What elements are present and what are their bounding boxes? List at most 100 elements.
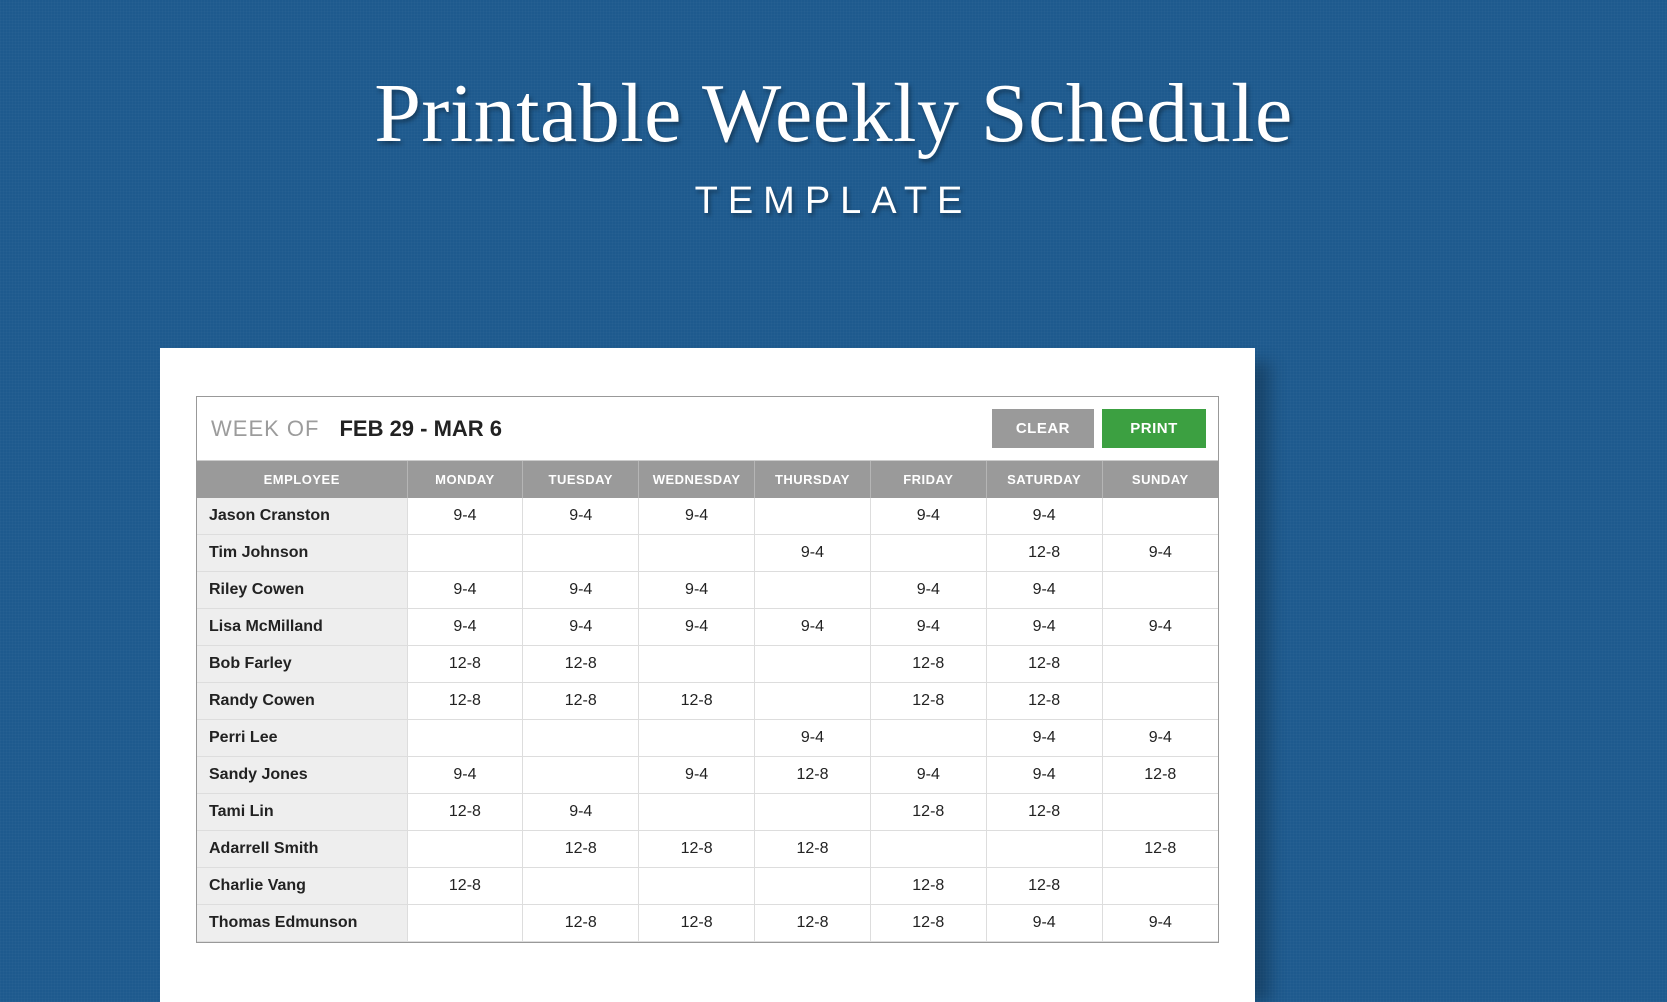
- shift-cell[interactable]: 12-8: [870, 905, 986, 942]
- shift-cell[interactable]: 9-4: [870, 757, 986, 794]
- shift-cell[interactable]: 12-8: [986, 868, 1102, 905]
- shift-cell[interactable]: 9-4: [639, 572, 755, 609]
- shift-cell[interactable]: [523, 757, 639, 794]
- shift-cell[interactable]: 12-8: [755, 831, 871, 868]
- shift-cell[interactable]: [1102, 572, 1218, 609]
- shift-cell[interactable]: 9-4: [986, 498, 1102, 535]
- table-row: Riley Cowen9-49-49-49-49-4: [197, 572, 1218, 609]
- table-row: Sandy Jones9-49-412-89-49-412-8: [197, 757, 1218, 794]
- shift-cell[interactable]: 12-8: [407, 683, 523, 720]
- shift-cell[interactable]: 12-8: [870, 794, 986, 831]
- shift-cell[interactable]: 9-4: [639, 609, 755, 646]
- shift-cell[interactable]: 12-8: [523, 683, 639, 720]
- shift-cell[interactable]: [755, 868, 871, 905]
- shift-cell[interactable]: [1102, 646, 1218, 683]
- shift-cell[interactable]: 12-8: [986, 794, 1102, 831]
- shift-cell[interactable]: [639, 646, 755, 683]
- shift-cell[interactable]: [755, 794, 871, 831]
- shift-cell[interactable]: 9-4: [407, 498, 523, 535]
- shift-cell[interactable]: [986, 831, 1102, 868]
- shift-cell[interactable]: 12-8: [870, 646, 986, 683]
- table-row: Charlie Vang12-812-812-8: [197, 868, 1218, 905]
- table-row: Tami Lin12-89-412-812-8: [197, 794, 1218, 831]
- shift-cell[interactable]: 9-4: [407, 757, 523, 794]
- shift-cell[interactable]: 9-4: [523, 794, 639, 831]
- shift-cell[interactable]: 9-4: [986, 905, 1102, 942]
- shift-cell[interactable]: 12-8: [639, 905, 755, 942]
- shift-cell[interactable]: 9-4: [523, 609, 639, 646]
- shift-cell[interactable]: 12-8: [407, 868, 523, 905]
- shift-cell[interactable]: 12-8: [870, 868, 986, 905]
- shift-cell[interactable]: [755, 683, 871, 720]
- shift-cell[interactable]: [870, 535, 986, 572]
- shift-cell[interactable]: [407, 720, 523, 757]
- shift-cell[interactable]: [407, 905, 523, 942]
- shift-cell[interactable]: 9-4: [870, 609, 986, 646]
- shift-cell[interactable]: [870, 831, 986, 868]
- employee-name-cell: Thomas Edmunson: [197, 905, 407, 942]
- shift-cell[interactable]: [639, 535, 755, 572]
- col-friday: FRIDAY: [870, 461, 986, 498]
- shift-cell[interactable]: 9-4: [755, 609, 871, 646]
- shift-cell[interactable]: [523, 868, 639, 905]
- shift-cell[interactable]: [755, 646, 871, 683]
- shift-cell[interactable]: 9-4: [1102, 609, 1218, 646]
- table-row: Tim Johnson9-412-89-4: [197, 535, 1218, 572]
- shift-cell[interactable]: 9-4: [523, 498, 639, 535]
- shift-cell[interactable]: 12-8: [870, 683, 986, 720]
- shift-cell[interactable]: 12-8: [755, 757, 871, 794]
- shift-cell[interactable]: [755, 498, 871, 535]
- week-of-label: WEEK OF: [211, 416, 319, 442]
- shift-cell[interactable]: [1102, 868, 1218, 905]
- shift-cell[interactable]: [639, 868, 755, 905]
- shift-cell[interactable]: 12-8: [1102, 757, 1218, 794]
- print-button[interactable]: PRINT: [1102, 409, 1206, 448]
- shift-cell[interactable]: 9-4: [1102, 535, 1218, 572]
- shift-cell[interactable]: [523, 535, 639, 572]
- shift-cell[interactable]: 12-8: [755, 905, 871, 942]
- shift-cell[interactable]: 9-4: [870, 498, 986, 535]
- shift-cell[interactable]: 9-4: [986, 572, 1102, 609]
- employee-name-cell: Sandy Jones: [197, 757, 407, 794]
- shift-cell[interactable]: 9-4: [755, 720, 871, 757]
- shift-cell[interactable]: 12-8: [523, 831, 639, 868]
- shift-cell[interactable]: 9-4: [523, 572, 639, 609]
- shift-cell[interactable]: [639, 720, 755, 757]
- col-monday: MONDAY: [407, 461, 523, 498]
- shift-cell[interactable]: 12-8: [523, 646, 639, 683]
- shift-cell[interactable]: 12-8: [407, 794, 523, 831]
- shift-cell[interactable]: [870, 720, 986, 757]
- clear-button[interactable]: CLEAR: [992, 409, 1094, 448]
- shift-cell[interactable]: 9-4: [870, 572, 986, 609]
- shift-cell[interactable]: 12-8: [986, 535, 1102, 572]
- employee-name-cell: Riley Cowen: [197, 572, 407, 609]
- shift-cell[interactable]: [1102, 794, 1218, 831]
- shift-cell[interactable]: 9-4: [986, 609, 1102, 646]
- shift-cell[interactable]: [1102, 683, 1218, 720]
- shift-cell[interactable]: 9-4: [986, 757, 1102, 794]
- shift-cell[interactable]: [755, 572, 871, 609]
- shift-cell[interactable]: 12-8: [407, 646, 523, 683]
- shift-cell[interactable]: 12-8: [639, 683, 755, 720]
- table-row: Adarrell Smith12-812-812-812-8: [197, 831, 1218, 868]
- shift-cell[interactable]: 9-4: [1102, 720, 1218, 757]
- shift-cell[interactable]: [1102, 498, 1218, 535]
- shift-cell[interactable]: [639, 794, 755, 831]
- shift-cell[interactable]: [523, 720, 639, 757]
- shift-cell[interactable]: 12-8: [986, 683, 1102, 720]
- table-row: Jason Cranston9-49-49-49-49-4: [197, 498, 1218, 535]
- shift-cell[interactable]: [407, 535, 523, 572]
- shift-cell[interactable]: 12-8: [1102, 831, 1218, 868]
- shift-cell[interactable]: 9-4: [639, 498, 755, 535]
- shift-cell[interactable]: 9-4: [755, 535, 871, 572]
- shift-cell[interactable]: 9-4: [407, 572, 523, 609]
- shift-cell[interactable]: [407, 831, 523, 868]
- shift-cell[interactable]: 12-8: [986, 646, 1102, 683]
- shift-cell[interactable]: 9-4: [407, 609, 523, 646]
- employee-name-cell: Tim Johnson: [197, 535, 407, 572]
- shift-cell[interactable]: 9-4: [986, 720, 1102, 757]
- shift-cell[interactable]: 12-8: [523, 905, 639, 942]
- shift-cell[interactable]: 9-4: [639, 757, 755, 794]
- shift-cell[interactable]: 9-4: [1102, 905, 1218, 942]
- shift-cell[interactable]: 12-8: [639, 831, 755, 868]
